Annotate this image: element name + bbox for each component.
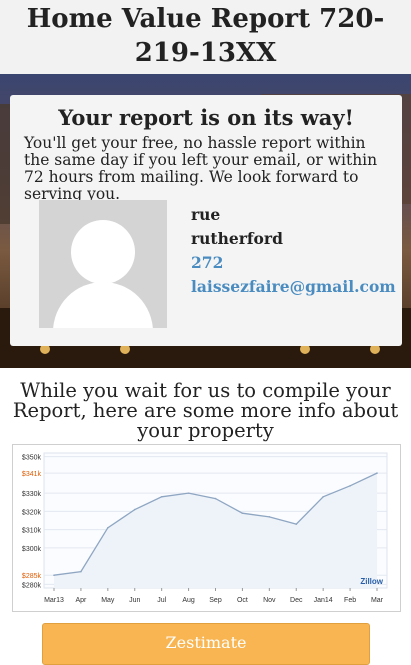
x-tick-label: Dec xyxy=(290,597,303,604)
data-point xyxy=(80,570,82,573)
data-point xyxy=(241,512,244,515)
data-point xyxy=(214,497,217,500)
y-tick-label: $285k xyxy=(22,573,42,580)
y-tick-label: $350k xyxy=(22,455,42,462)
x-tick-label: Apr xyxy=(75,597,87,604)
x-tick-label: May xyxy=(101,597,115,604)
first-name: rue xyxy=(191,205,221,224)
x-tick-label: Mar xyxy=(371,597,384,604)
data-point xyxy=(160,495,163,498)
data-point xyxy=(349,485,351,487)
last-name: rutherford xyxy=(191,229,283,248)
avatar-body-shape xyxy=(53,282,153,328)
data-point xyxy=(53,574,55,577)
x-tick-label: Mar13 xyxy=(44,597,64,604)
x-tick-label: Sep xyxy=(209,597,222,604)
x-tick-label: Jul xyxy=(157,597,166,604)
data-point xyxy=(268,516,271,518)
page-title: Home Value Report 720-219-13XX xyxy=(26,4,385,68)
y-tick-label: $341k xyxy=(22,471,42,478)
zestimate-chart: $280k $285k $300k $310k $320k $330k $341k $350k… xyxy=(12,444,401,612)
confirmation-card: Your report is on its way! You'll get yo… xyxy=(10,95,402,346)
card-title: Your report is on its way! xyxy=(58,105,354,130)
card-message: You'll get your free, no hassle report w… xyxy=(24,134,378,203)
header-bar: Home Value Report 720-219-13XX xyxy=(0,0,411,74)
y-tick-label: $310k xyxy=(22,528,42,535)
y-tick-label: $280k xyxy=(22,582,42,589)
email-link[interactable]: laissezfaire@gmail.com xyxy=(191,275,396,299)
data-point xyxy=(322,495,324,498)
wait-message: While you wait for us to compile your Re… xyxy=(12,379,399,442)
data-point xyxy=(187,492,190,494)
data-point xyxy=(133,508,136,511)
x-tick-label: Oct xyxy=(237,597,248,604)
y-tick-label: $300k xyxy=(22,546,42,553)
y-tick-label: $330k xyxy=(22,491,42,498)
contact-info: rue rutherford 272 laissezfaire@gmail.co… xyxy=(191,203,396,299)
chart-svg: $280k $285k $300k $310k $320k $330k $341k $350k… xyxy=(22,452,388,604)
zestimate-button[interactable]: Zestimate xyxy=(42,623,370,665)
zillow-watermark: Zillow xyxy=(360,577,383,586)
data-point xyxy=(107,526,109,529)
avatar-head-shape xyxy=(71,220,135,284)
number-link[interactable]: 272 xyxy=(191,251,396,275)
y-tick-label: $320k xyxy=(22,509,42,516)
data-point xyxy=(376,472,378,474)
x-tick-label: Jun xyxy=(129,597,140,604)
x-tick-label: Jan14 xyxy=(314,597,333,604)
x-tick-label: Nov xyxy=(263,597,276,604)
avatar xyxy=(39,200,167,328)
x-tick-label: Feb xyxy=(344,597,356,604)
x-tick-label: Aug xyxy=(182,597,195,604)
data-point xyxy=(295,523,298,525)
